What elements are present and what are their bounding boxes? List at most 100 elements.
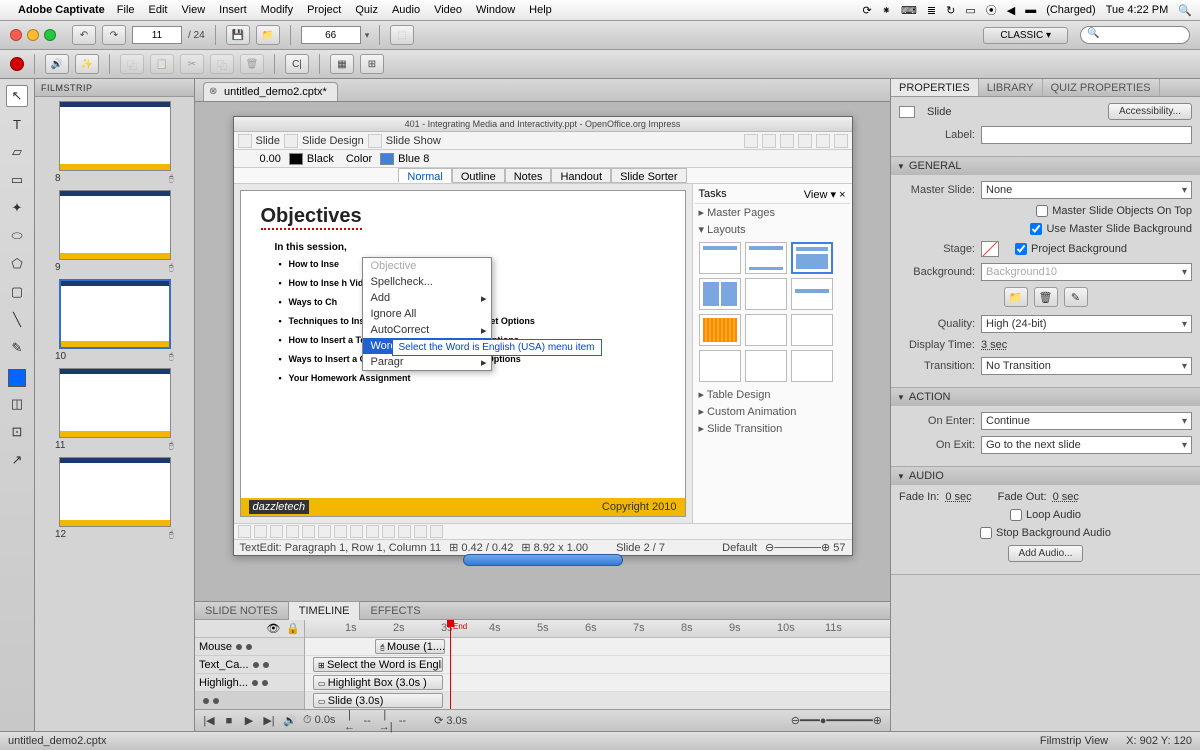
canvas-area[interactable]: 401 - Integrating Media and Interactivit… (195, 102, 890, 601)
caption-button[interactable]: C| (285, 54, 309, 74)
wifi-icon[interactable]: ⦿ (986, 2, 997, 18)
filmstrip-slide[interactable]: 11🖯 (41, 368, 188, 451)
clock[interactable]: Tue 4:22 PM (1106, 4, 1169, 16)
filmstrip-slide[interactable]: 10🖯 (41, 279, 188, 362)
chk-stop-bg-audio[interactable] (980, 527, 992, 539)
volume-icon[interactable]: ◀ (1007, 4, 1015, 17)
display-icon[interactable]: ▭ (965, 4, 975, 17)
grid-button[interactable]: ▦ (330, 54, 354, 74)
stage-color-swatch[interactable] (981, 241, 999, 257)
pencil-tool[interactable]: ✎ (6, 337, 28, 359)
spotlight-icon[interactable]: 🔍 (1178, 4, 1192, 17)
more-tool-2[interactable]: ⊡ (6, 421, 28, 443)
timemachine-icon[interactable]: ↻ (946, 4, 955, 17)
timeline-ruler[interactable]: 1s 2s 3s 4s 5s 6s 7s 8s 9s 10s 11s (305, 620, 890, 638)
timeline-clip[interactable]: ▭ Highlight Box (3.0s ) (313, 675, 443, 690)
selection-tool[interactable]: ↖ (6, 85, 28, 107)
on-exit-select[interactable]: Go to the next slide (981, 436, 1192, 454)
interaction-tool[interactable]: ✦ (6, 197, 28, 219)
media-tool[interactable]: ▭ (6, 169, 28, 191)
save-button[interactable]: 💾 (226, 25, 250, 45)
timeline-clip[interactable]: 🖯 Mouse (1.... (375, 639, 445, 654)
fill-color-swatch[interactable] (8, 369, 26, 387)
more-tool-1[interactable]: ◫ (6, 393, 28, 415)
minimize-window-button[interactable] (27, 29, 39, 41)
workspace-selector[interactable]: CLASSIC ▾ (983, 27, 1068, 44)
polygon-tool[interactable]: ⬠ (6, 253, 28, 275)
filmstrip-slide[interactable]: 8🖯 (41, 101, 188, 184)
play-button[interactable]: ▶ (243, 714, 255, 727)
wand-tool-button[interactable]: ✨ (75, 54, 99, 74)
step-fwd-button[interactable]: |→| (379, 709, 391, 733)
menu-quiz[interactable]: Quiz (355, 4, 378, 16)
tab-effects[interactable]: EFFECTS (360, 602, 430, 620)
tab-timeline[interactable]: TIMELINE (288, 601, 361, 620)
menu-modify[interactable]: Modify (261, 4, 293, 16)
menu-extra-icon[interactable]: ≣ (927, 4, 936, 17)
on-enter-select[interactable]: Continue (981, 412, 1192, 430)
chk-loop-audio[interactable] (1010, 509, 1022, 521)
shape-tool[interactable]: ▱ (6, 141, 28, 163)
close-tab-icon[interactable]: ⊗ (209, 86, 217, 97)
menu-window[interactable]: Window (476, 4, 515, 16)
tab-quiz-properties[interactable]: QUIZ PROPERTIES (1043, 79, 1160, 96)
bg-folder-button[interactable]: 📁 (1004, 287, 1028, 307)
tab-library[interactable]: LIBRARY (979, 79, 1043, 96)
section-general-header[interactable]: ▼GENERAL (891, 157, 1200, 175)
bluetooth-icon[interactable]: ⁕ (882, 4, 891, 17)
text-tool[interactable]: T (6, 113, 28, 135)
display-time-value[interactable]: 3 sec (981, 339, 1007, 351)
accessibility-button[interactable]: Accessibility... (1108, 103, 1192, 120)
master-slide-select[interactable]: None (981, 181, 1192, 199)
menu-video[interactable]: Video (434, 4, 462, 16)
add-audio-button[interactable]: Add Audio... (1008, 545, 1084, 562)
menu-file[interactable]: File (117, 4, 135, 16)
button-tool[interactable]: ▢ (6, 281, 28, 303)
zoom-window-button[interactable] (44, 29, 56, 41)
battery-icon[interactable]: ▬ (1025, 4, 1036, 16)
speaker-icon[interactable]: 🔊 (283, 714, 295, 727)
sync-icon[interactable]: ⟳ (863, 4, 872, 17)
horizontal-scrollbar[interactable] (463, 554, 623, 566)
lock-icon[interactable]: 🔒 (286, 622, 300, 635)
menu-edit[interactable]: Edit (149, 4, 168, 16)
search-input[interactable]: 🔍 (1080, 26, 1190, 44)
menu-audio[interactable]: Audio (392, 4, 420, 16)
redo-button[interactable]: ↷ (102, 25, 126, 45)
forward-button[interactable]: ▶| (263, 714, 275, 727)
stop-button[interactable]: ■ (223, 715, 235, 727)
bg-trash-button[interactable]: 🗑 (1034, 287, 1058, 307)
eye-icon[interactable]: 👁 (266, 622, 280, 635)
menu-project[interactable]: Project (307, 4, 341, 16)
close-window-button[interactable] (10, 29, 22, 41)
quality-select[interactable]: High (24-bit) (981, 315, 1192, 333)
fade-in-value[interactable]: 0 sec (945, 491, 971, 503)
tab-properties[interactable]: PROPERTIES (891, 79, 979, 96)
timeline-playhead[interactable] (450, 620, 451, 709)
open-button[interactable]: 📁 (256, 25, 280, 45)
menu-insert[interactable]: Insert (219, 4, 247, 16)
tab-slide-notes[interactable]: SLIDE NOTES (195, 602, 288, 620)
track-label[interactable]: Mouse (199, 641, 232, 653)
timeline-clip[interactable]: ▭ Slide (3.0s) (313, 693, 443, 708)
zoom-dropdown-icon[interactable]: ▾ (365, 30, 370, 41)
filmstrip-slide[interactable]: 12🖯 (41, 457, 188, 540)
slide-number-input[interactable] (132, 26, 182, 44)
audio-tool-button[interactable]: 🔊 (45, 54, 69, 74)
timeline-clip[interactable]: ⊞ Select the Word is English ... (313, 657, 443, 672)
rewind-button[interactable]: |◀ (203, 714, 215, 727)
chk-master-objects-on-top[interactable] (1036, 205, 1048, 217)
track-label[interactable]: Highligh... (199, 677, 248, 689)
document-tab[interactable]: ⊗ untitled_demo2.cptx* (203, 82, 338, 101)
app-name[interactable]: Adobe Captivate (18, 4, 105, 16)
section-action-header[interactable]: ▼ACTION (891, 388, 1200, 406)
menu-view[interactable]: View (182, 4, 206, 16)
track-label[interactable]: Text_Ca... (199, 659, 249, 671)
slide-label-input[interactable] (981, 126, 1192, 144)
chk-use-master-bg[interactable] (1030, 223, 1042, 235)
ellipse-tool[interactable]: ⬭ (6, 225, 28, 247)
step-back-button[interactable]: |← (343, 709, 355, 733)
snap-button[interactable]: ⊞ (360, 54, 384, 74)
line-tool[interactable]: ╲ (6, 309, 28, 331)
filmstrip-slide[interactable]: 9🖯 (41, 190, 188, 273)
